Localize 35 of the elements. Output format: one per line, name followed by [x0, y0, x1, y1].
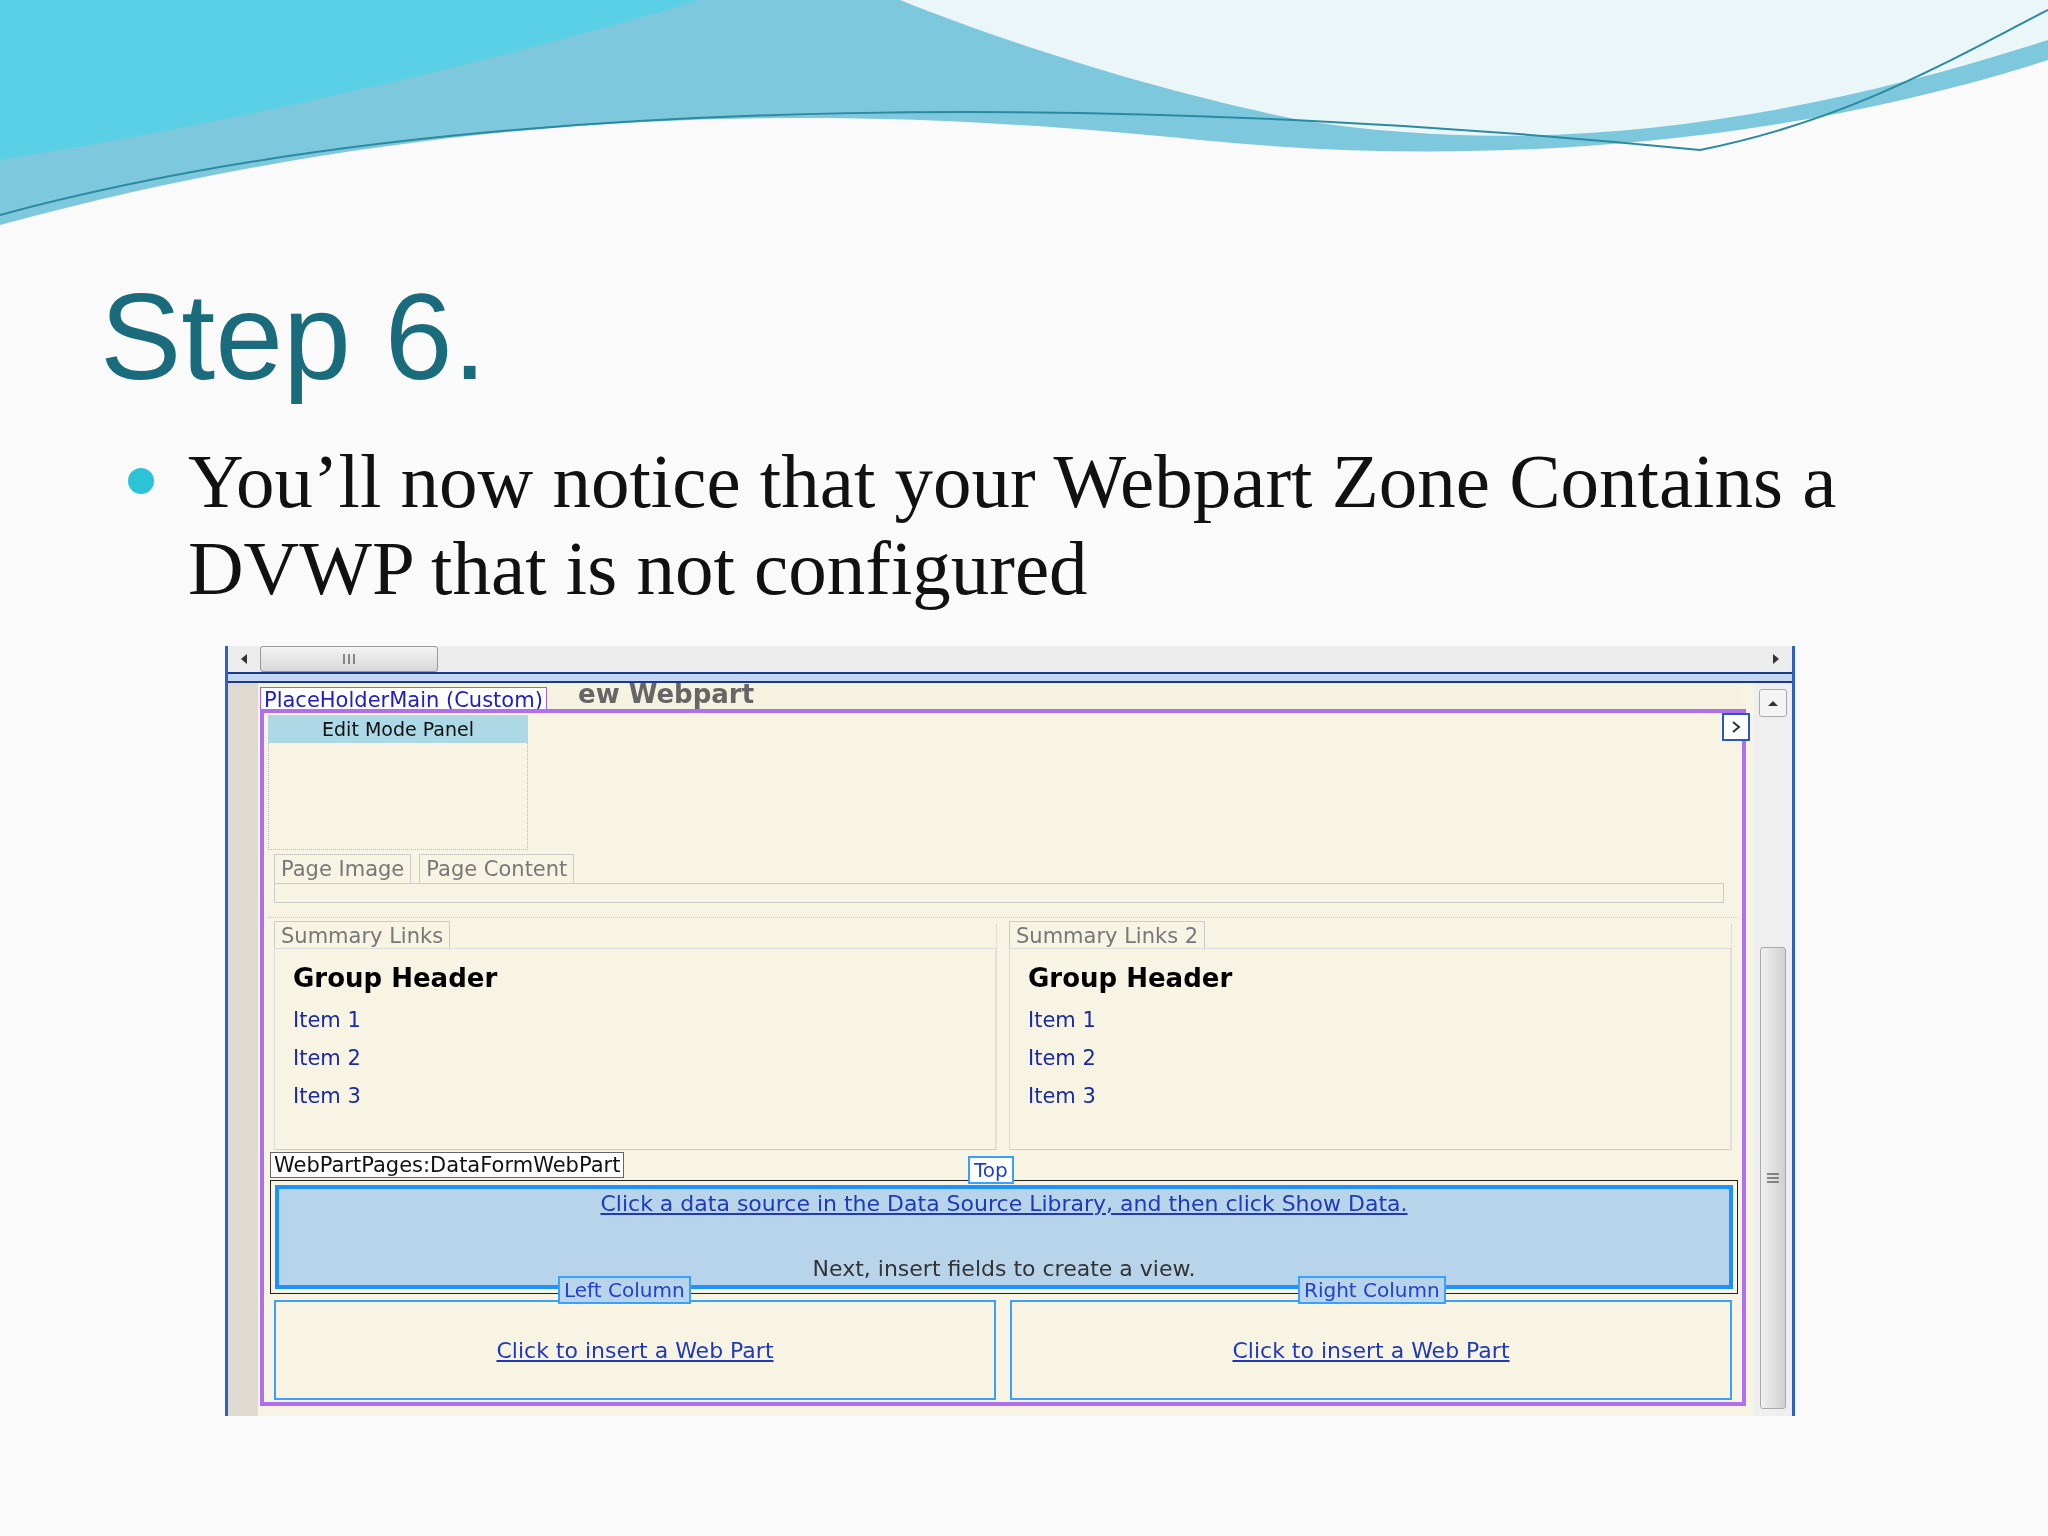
slide-title: Step 6. [100, 272, 488, 402]
bullet-text: You’ll now notice that your Webpart Zone Contains a DVWP that is not configured [188, 438, 1838, 612]
scroll-up-button[interactable] [1759, 689, 1787, 717]
control-tab[interactable]: Summary Links [274, 921, 451, 950]
scroll-thumb[interactable] [1760, 947, 1786, 1409]
up-arrow-icon [1767, 699, 1779, 707]
control-tab[interactable]: Page Content [419, 854, 575, 883]
horizontal-scrollbar[interactable] [228, 646, 1792, 674]
group-header: Group Header [293, 963, 499, 993]
zone-tag: Right Column [1298, 1276, 1446, 1304]
data-source-link[interactable]: Click a data source in the Data Source Library, and then click Show Data. [600, 1191, 1408, 1216]
group-header: Group Header [1028, 963, 1234, 993]
vertical-scrollbar[interactable] [1754, 683, 1792, 1416]
hint-text: Next, insert fields to create a view. [812, 1256, 1196, 1281]
link-item[interactable]: Item 2 [293, 1043, 977, 1073]
zone-tag: Left Column [558, 1276, 691, 1304]
insert-web-part-link[interactable]: Click to insert a Web Part [1232, 1337, 1510, 1363]
link-item[interactable]: Item 2 [1028, 1043, 1712, 1073]
insert-web-part-link[interactable]: Click to insert a Web Part [496, 1337, 774, 1363]
webpart-title: ew Webpart [578, 679, 755, 709]
webpart-tag: WebPartPages:DataFormWebPart [270, 1152, 625, 1178]
link-item[interactable]: Item 1 [293, 1005, 977, 1035]
expand-button[interactable] [1722, 713, 1750, 741]
chevron-right-icon [1731, 720, 1741, 734]
control-tab[interactable]: Page Image [274, 854, 412, 883]
grip-icon [342, 654, 356, 664]
edit-mode-panel-header: Edit Mode Panel [268, 715, 528, 743]
grip-icon [1767, 1172, 1779, 1184]
link-item[interactable]: Item 3 [1028, 1081, 1712, 1111]
bullet-dot [128, 468, 154, 494]
scroll-thumb[interactable] [260, 646, 438, 672]
zone-tag: Top [968, 1156, 1014, 1184]
link-item[interactable]: Item 3 [293, 1081, 977, 1111]
control-tab[interactable]: Summary Links 2 [1009, 921, 1206, 950]
link-item[interactable]: Item 1 [1028, 1005, 1712, 1035]
